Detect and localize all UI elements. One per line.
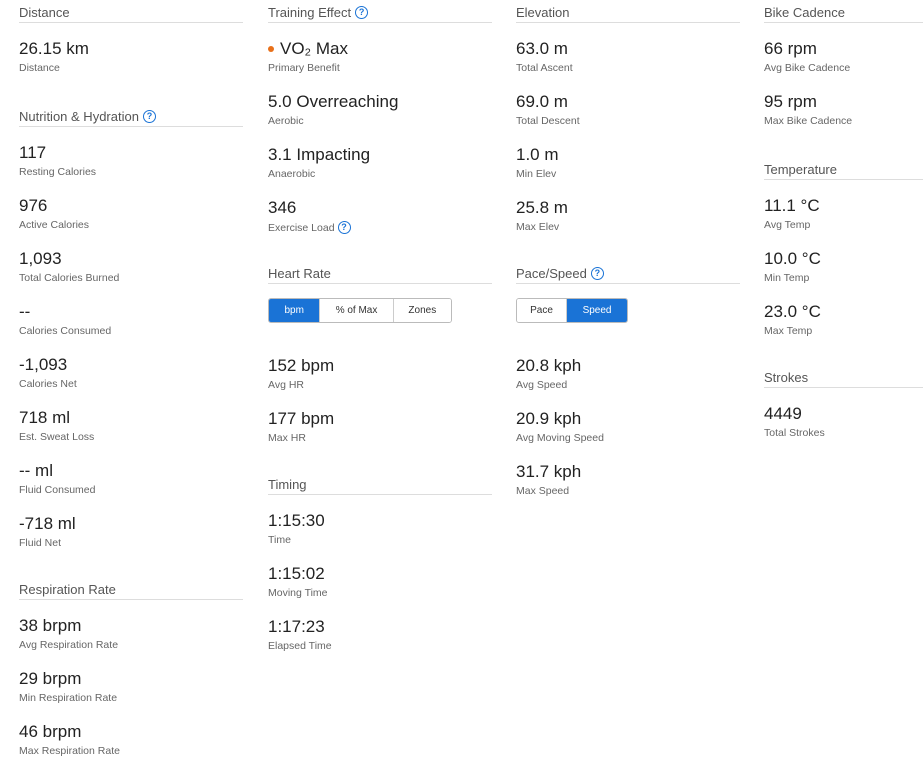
hr-toggle-bpm[interactable]: bpm [269,299,321,322]
stat-active-calories: 976 Active Calories [19,196,90,231]
stat-avg-cadence: 66 rpm Avg Bike Cadence [764,39,851,74]
stat-max-cadence: 95 rpm Max Bike Cadence [764,92,853,127]
stat-anaerobic: 3.1 Impacting Anaerobic [268,145,371,180]
cadence-title: Bike Cadence [764,3,923,23]
stat-max-respiration: 46 brpm Max Respiration Rate [19,722,120,757]
stat-max-temp: 23.0 °C Max Temp [764,302,821,337]
stat-max-speed: 31.7 kph Max Speed [516,462,582,497]
stat-resting-calories: 117 Resting Calories [19,143,97,178]
stat-avg-speed: 20.8 kph Avg Speed [516,356,582,391]
stat-avg-moving-speed: 20.9 kph Avg Moving Speed [516,409,604,444]
stat-primary-benefit: VO₂ Max Primary Benefit [268,39,348,74]
stat-total-descent: 69.0 m Total Descent [516,92,580,127]
stat-max-elev: 25.8 m Max Elev [516,198,568,233]
distance-title: Distance [19,3,243,23]
pace-speed-toggle: Pace Speed [516,298,628,323]
toggle-pace[interactable]: Pace [517,299,568,322]
respiration-title: Respiration Rate [19,580,243,600]
stat-moving-time: 1:15:02 Moving Time [268,564,328,599]
pace-speed-section: Pace/Speed ? Pace Speed 20.8 kph Avg Spee… [516,264,740,515]
stat-total-ascent: 63.0 m Total Ascent [516,39,573,74]
elevation-section: Elevation 63.0 m Total Ascent 69.0 m Total… [516,3,740,251]
stat-avg-hr: 152 bpm Avg HR [268,356,335,391]
column-1: Distance 26.15 km Distance Nutrition & H… [19,0,243,775]
stat-calories-net: -1,093 Calories Net [19,355,77,390]
temperature-title: Temperature [764,160,923,180]
column-3: Elevation 63.0 m Total Ascent 69.0 m Total… [516,0,740,515]
training-section: Training Effect ? VO₂ Max Primary Benefi… [268,3,492,251]
stat-time: 1:15:30 Time [268,511,325,546]
stat-total-strokes: 4449 Total Strokes [764,404,825,439]
strokes-section: Strokes 4449 Total Strokes [764,368,923,457]
stat-avg-temp: 11.1 °C Avg Temp [764,196,820,231]
nutrition-title: Nutrition & Hydration ? [19,107,243,127]
hr-toggle-zones[interactable]: Zones [393,299,451,322]
stat-avg-respiration: 38 brpm Avg Respiration Rate [19,616,119,651]
training-title: Training Effect ? [268,3,492,23]
timing-title: Timing [268,475,492,495]
stat-min-respiration: 29 brpm Min Respiration Rate [19,669,118,704]
stat-min-temp: 10.0 °C Min Temp [764,249,821,284]
stat-exercise-load: 346 Exercise Load? [268,198,492,251]
vo2-indicator-dot [268,46,274,52]
nutrition-section: Nutrition & Hydration ? 117 Resting Calor… [19,107,243,567]
hr-unit-toggle: bpm % of Max Zones [268,298,452,323]
elevation-title: Elevation [516,3,740,23]
stat-total-calories: 1,093 Total Calories Burned [19,249,120,284]
heart-rate-section: Heart Rate bpm % of Max Zones 152 bpm Avg… [268,264,492,462]
distance-section: Distance 26.15 km Distance [19,3,243,92]
pace-speed-title: Pace/Speed ? [516,264,740,284]
column-2: Training Effect ? VO₂ Max Primary Benefi… [268,0,492,670]
help-icon[interactable]: ? [337,221,351,234]
help-icon[interactable]: ? [142,110,156,123]
stat-calories-consumed: -- Calories Consumed [19,302,112,337]
stat-max-hr: 177 bpm Max HR [268,409,335,444]
toggle-speed[interactable]: Speed [567,299,627,322]
stat-distance: 26.15 km Distance [19,39,89,74]
cadence-section: Bike Cadence 66 rpm Avg Bike Cadence 95 r… [764,3,923,145]
stat-fluid-consumed: -- ml Fluid Consumed [19,461,96,496]
stat-min-elev: 1.0 m Min Elev [516,145,559,180]
temperature-section: Temperature 11.1 °C Avg Temp 10.0 °C Min T… [764,160,923,355]
stat-aerobic: 5.0 Overreaching Aerobic [268,92,399,127]
stat-fluid-net: -718 ml Fluid Net [19,514,76,549]
column-4: Bike Cadence 66 rpm Avg Bike Cadence 95 r… [764,0,923,457]
hr-toggle-percent-max[interactable]: % of Max [320,299,394,322]
stat-sweat-loss: 718 ml Est. Sweat Loss [19,408,95,443]
heart-rate-title: Heart Rate [268,264,492,284]
stat-elapsed-time: 1:17:23 Elapsed Time [268,617,332,652]
help-icon[interactable]: ? [590,267,604,280]
help-icon[interactable]: ? [355,6,369,19]
strokes-title: Strokes [764,368,923,388]
respiration-section: Respiration Rate 38 brpm Avg Respiration … [19,580,243,775]
timing-section: Timing 1:15:30 Time 1:15:02 Moving Time 1:… [268,475,492,670]
